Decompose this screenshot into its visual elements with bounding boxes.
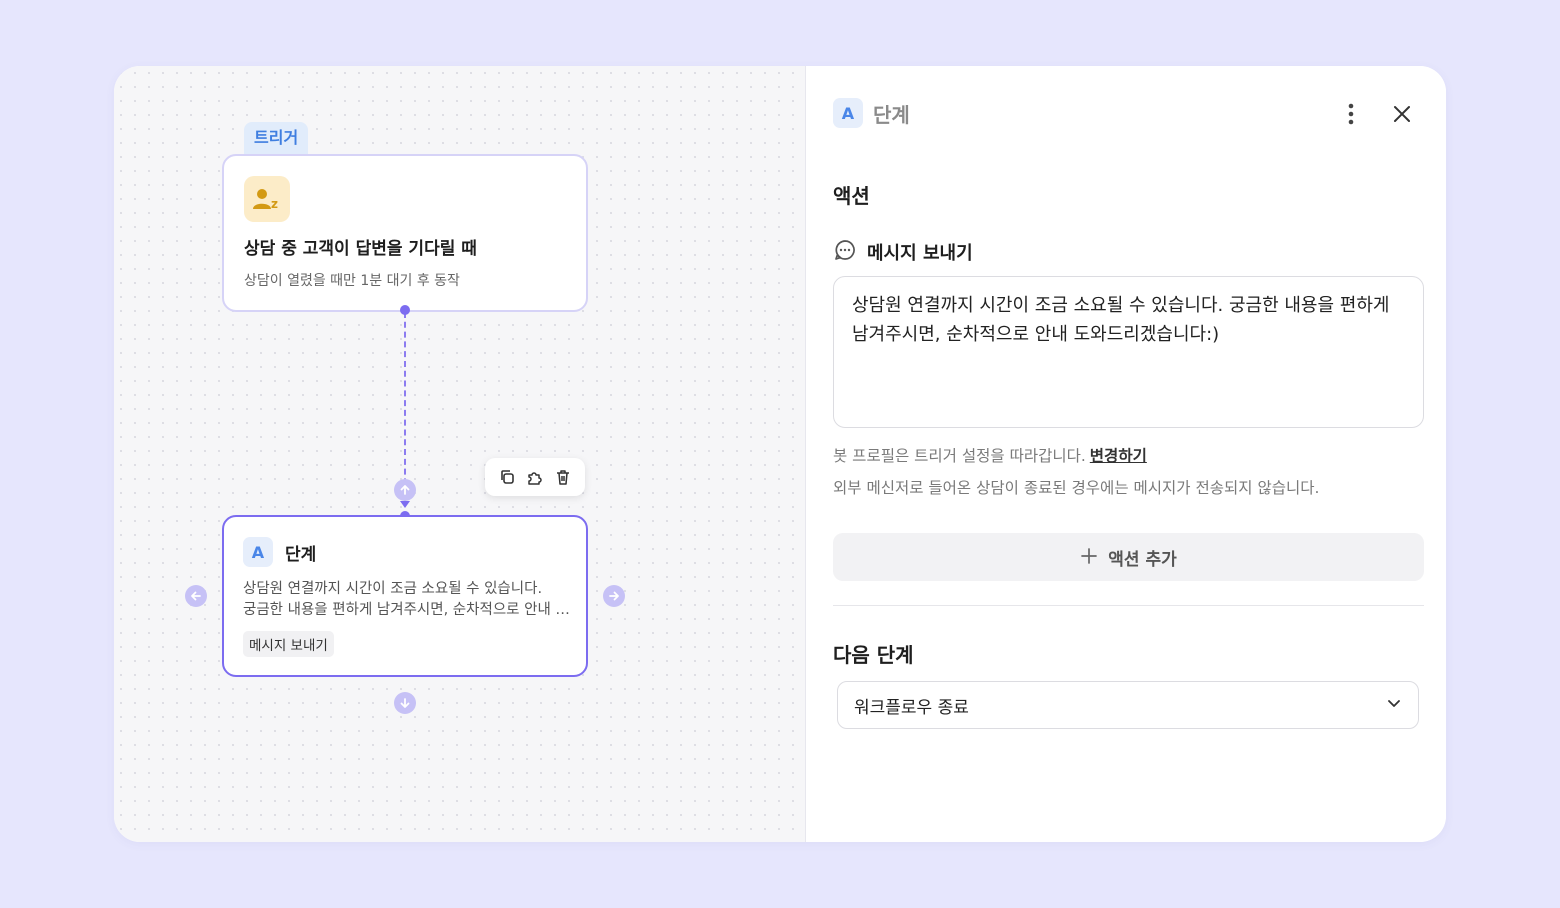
external-messenger-hint: 외부 메신저로 들어온 상담이 종료된 경우에는 메시지가 전송되지 않습니다.: [833, 479, 1320, 497]
step-description-line-2: 궁금한 내용을 편하게 남겨주시면, 순차적으로 안내 도와드리겠습니다:): [243, 602, 573, 618]
more-vertical-icon[interactable]: [1339, 100, 1363, 128]
svg-text:z: z: [271, 197, 278, 211]
step-description: 상담원 연결까지 시간이 조금 소요될 수 있습니다. 궁금한 내용을 편하게 …: [243, 579, 573, 621]
step-title: 단계: [285, 544, 317, 565]
add-action-button[interactable]: 액션 추가: [833, 533, 1424, 581]
message-textarea[interactable]: 상담원 연결까지 시간이 조금 소요될 수 있습니다. 궁금한 내용을 편하게 …: [833, 276, 1424, 428]
workflow-editor-window: 트리거 z 상담 중 고객이 답변을 기다릴 때 상담이 열렸을 때만 1분 대…: [114, 66, 1446, 842]
trigger-output-port[interactable]: [400, 305, 410, 315]
chevron-down-icon: [1386, 695, 1402, 716]
step-action-chip: 메시지 보내기: [243, 631, 334, 657]
puzzle-icon[interactable]: [525, 467, 545, 487]
next-step-section-title: 다음 단계: [833, 643, 914, 667]
arrow-up-icon[interactable]: [394, 479, 416, 501]
chat-bubble-icon: [833, 238, 857, 266]
change-link[interactable]: 변경하기: [1090, 447, 1147, 465]
trigger-tag: 트리거: [244, 122, 309, 156]
node-toolbar: [485, 458, 585, 496]
step-node[interactable]: A 단계 상담원 연결까지 시간이 조금 소요될 수 있습니다. 궁금한 내용을…: [222, 515, 588, 677]
trigger-title: 상담 중 고객이 답변을 기다릴 때: [244, 239, 477, 259]
step-settings-panel: A 단계 액션 메시지 보내기 상담원 연결까지 시간이 조금 소요될 수 있습…: [807, 66, 1446, 842]
action-type-text: 메시지 보내기: [867, 243, 973, 264]
close-icon[interactable]: [1389, 100, 1415, 128]
workflow-canvas[interactable]: 트리거 z 상담 중 고객이 답변을 기다릴 때 상담이 열렸을 때만 1분 대…: [114, 66, 806, 842]
trash-icon[interactable]: [553, 467, 573, 487]
connection-arrowhead: [400, 501, 410, 508]
trigger-subtitle: 상담이 열렸을 때만 1분 대기 후 동작: [244, 273, 460, 289]
user-z-icon: z: [244, 176, 290, 222]
plus-icon: [1080, 545, 1098, 569]
connection-line: [404, 312, 406, 504]
step-node-header: A 단계: [243, 537, 316, 567]
action-section-title: 액션: [833, 184, 870, 208]
bot-profile-hint-text: 봇 프로필은 트리거 설정을 따라갑니다.: [833, 447, 1086, 465]
arrow-down-icon[interactable]: [394, 692, 416, 714]
arrow-left-icon[interactable]: [185, 585, 207, 607]
panel-badge: A: [833, 98, 863, 128]
panel-title: 단계: [873, 102, 910, 127]
step-description-line-1: 상담원 연결까지 시간이 조금 소요될 수 있습니다.: [243, 581, 543, 597]
copy-icon[interactable]: [497, 467, 517, 487]
bot-profile-hint: 봇 프로필은 트리거 설정을 따라갑니다. 변경하기: [833, 444, 1147, 466]
arrow-right-icon[interactable]: [603, 585, 625, 607]
next-step-value: 워크플로우 종료: [854, 697, 969, 718]
section-divider: [833, 605, 1424, 606]
step-badge: A: [243, 537, 273, 567]
trigger-node[interactable]: z 상담 중 고객이 답변을 기다릴 때 상담이 열렸을 때만 1분 대기 후 …: [222, 154, 588, 312]
add-action-label: 액션 추가: [1108, 549, 1177, 570]
next-step-select[interactable]: 워크플로우 종료: [837, 681, 1419, 729]
action-type-label: 메시지 보내기: [833, 238, 973, 266]
panel-header: A 단계: [833, 98, 910, 128]
